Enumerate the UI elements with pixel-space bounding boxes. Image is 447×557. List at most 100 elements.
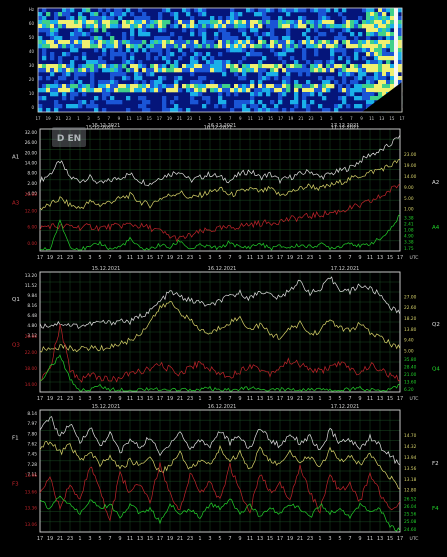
spectrogram-cell [218, 44, 223, 49]
spectrogram-cell [146, 84, 151, 89]
spectrogram-cell [282, 36, 287, 41]
spectrogram-cell [294, 92, 299, 97]
spectrogram-cell [286, 84, 291, 89]
spectrogram-cell [262, 32, 267, 37]
right-axis-green-label: 24.60 [404, 527, 417, 533]
spectrogram-cell [126, 84, 131, 89]
spectrogram-cell [190, 96, 195, 101]
spectrogram-cell [214, 32, 219, 37]
spectrogram-cell [346, 104, 351, 109]
spectrogram-cell [194, 92, 199, 97]
x-tick-label: 13 [137, 396, 143, 402]
x-tick-label: 17 [397, 255, 403, 261]
spectrogram-cell [286, 24, 291, 29]
spectrogram-cell [374, 52, 379, 57]
spectrogram-cell [238, 104, 243, 109]
spectrogram-x-tick: 13 [258, 116, 264, 121]
spectrogram-cell [90, 88, 95, 93]
spectrogram-cell [102, 60, 107, 65]
spectrogram-cell [274, 68, 279, 73]
spectrogram-cell [214, 20, 219, 25]
spectrogram-cell [310, 68, 315, 73]
x-tick-label: 19 [47, 536, 53, 542]
spectrogram-cell [98, 88, 103, 93]
spectrogram-cell [334, 44, 339, 49]
spectrogram-cell [330, 20, 335, 25]
x-tick-label: 1 [318, 396, 321, 402]
spectrogram-x-tick: 15 [389, 116, 395, 121]
spectrogram-cell [378, 48, 383, 53]
spectrogram-cell [366, 52, 371, 57]
spectrogram-cell [322, 32, 327, 37]
spectrogram-cell [186, 24, 191, 29]
spectrogram-cell [130, 68, 135, 73]
spectrogram-cell [78, 104, 83, 109]
spectrogram-cell [258, 72, 263, 77]
spectrogram-cell [138, 88, 143, 93]
spectrogram-cell [154, 44, 159, 49]
spectrogram-cell [294, 20, 299, 25]
spectrogram-cell [138, 64, 143, 69]
spectrogram-cell [194, 68, 199, 73]
spectrogram-cell [58, 44, 63, 49]
spectrogram-cell [218, 68, 223, 73]
x-tick-label: 21 [177, 536, 183, 542]
spectrogram-cell [150, 44, 155, 49]
spectrogram-y-label: 60 [29, 21, 35, 26]
x-tick-label: 5 [338, 396, 341, 402]
spectrogram-cell [150, 80, 155, 85]
spectrogram-x-tick: 5 [340, 116, 343, 121]
spectrogram-cell [302, 96, 307, 101]
spectrogram-cell [366, 28, 371, 33]
right-axis-green-label: 1.75 [404, 246, 414, 252]
spectrogram-cell [110, 84, 115, 89]
spectrogram-cell [166, 60, 171, 65]
spectrogram-cell [206, 20, 211, 25]
x-tick-label: 13 [257, 396, 263, 402]
spectrogram-cell [126, 24, 131, 29]
spectrogram-cell [50, 88, 55, 93]
spectrogram-cell [226, 48, 231, 53]
x-unit-label: UTC [410, 536, 419, 542]
spectrogram-cell [82, 92, 87, 97]
spectrogram-cell [250, 100, 255, 105]
x-tick-label: 9 [118, 536, 121, 542]
spectrogram-cell [234, 88, 239, 93]
spectrogram-cell [110, 20, 115, 25]
spectrogram-cell [306, 88, 311, 93]
spectrogram-cell [246, 100, 251, 105]
spectrogram-cell [326, 16, 331, 21]
spectrogram-cell [242, 72, 247, 77]
spectrogram-cell [74, 48, 79, 53]
spectrogram-cell [186, 64, 191, 69]
spectrogram-cell [226, 32, 231, 37]
spectrogram-cell [54, 36, 59, 41]
spectrogram-cell [258, 64, 263, 69]
spectrogram-cell [246, 20, 251, 25]
spectrogram-cell [118, 44, 123, 49]
spectrogram-cell [346, 68, 351, 73]
spectrogram-cell [54, 64, 59, 69]
x-unit-label: UTC [410, 255, 419, 261]
spectrogram-cell [258, 80, 263, 85]
spectrogram-cell [286, 36, 291, 41]
spectrogram-cell [102, 48, 107, 53]
spectrogram-cell [374, 96, 379, 101]
spectrogram-cell [38, 68, 43, 73]
spectrogram-cell [242, 64, 247, 69]
spectrogram-cell [330, 52, 335, 57]
spectrogram-cell [130, 52, 135, 57]
x-tick-label: 17 [277, 536, 283, 542]
spectrogram-cell [114, 44, 119, 49]
spectrogram-cell [338, 68, 343, 73]
spectrogram-cell [50, 40, 55, 45]
spectrogram-cell [238, 60, 243, 65]
spectrogram-cell [206, 52, 211, 57]
spectrogram-cell [130, 20, 135, 25]
spectrogram-cell [174, 20, 179, 25]
spectrogram-cell [214, 104, 219, 109]
spectrogram-cell [370, 68, 375, 73]
spectrogram-cell [162, 104, 167, 109]
x-tick-label: 11 [247, 255, 253, 261]
spectrogram-cell [86, 8, 91, 13]
